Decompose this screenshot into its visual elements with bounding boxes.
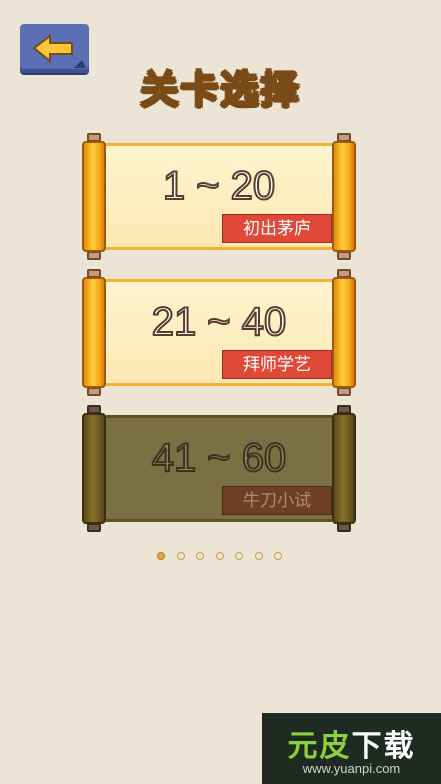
level-range: 41 ~ 60 [151, 435, 288, 481]
page-dot[interactable] [176, 552, 185, 560]
page-dot[interactable] [274, 552, 282, 560]
scroll-roller-left [82, 277, 106, 388]
page-title: 关卡选择 [139, 66, 301, 112]
scroll-paper: 41 ~ 60 牛刀小试 [106, 415, 332, 522]
level-name-tag: 拜师学艺 [222, 350, 332, 379]
level-scroll-1[interactable]: 1 ~ 20 初出茅庐 [82, 133, 356, 260]
scroll-knob [87, 251, 101, 260]
scroll-knob [87, 523, 101, 532]
scroll-roller-left [82, 413, 106, 524]
watermark: 元皮下载 www.yuanpi.com [262, 713, 441, 784]
page-dot[interactable] [254, 552, 263, 560]
scroll-roller-right [332, 277, 356, 388]
scroll-knob [337, 387, 351, 396]
level-name-tag: 牛刀小试 [222, 486, 332, 515]
scroll-paper: 21 ~ 40 拜师学艺 [106, 279, 332, 386]
scroll-roller-right [332, 413, 356, 524]
scroll-roller-right [332, 141, 356, 252]
scroll-knob [337, 523, 351, 532]
scroll-roller-left [82, 141, 106, 252]
scroll-paper: 1 ~ 20 初出茅庐 [106, 143, 332, 250]
page-dot[interactable] [215, 552, 224, 560]
level-scroll-3[interactable]: 41 ~ 60 牛刀小试 [82, 405, 356, 532]
scroll-knob [87, 387, 101, 396]
watermark-brand: 元皮下载 [287, 729, 416, 764]
scroll-knob [337, 251, 351, 260]
level-range: 21 ~ 40 [151, 299, 288, 345]
level-name-tag: 初出茅庐 [222, 214, 332, 243]
level-range: 1 ~ 20 [162, 163, 276, 209]
page-dot[interactable] [157, 552, 165, 560]
page-dot[interactable] [235, 552, 243, 560]
level-scroll-2[interactable]: 21 ~ 40 拜师学艺 [82, 269, 356, 396]
page-dot[interactable] [196, 552, 204, 560]
watermark-url: www.yuanpi.com [302, 761, 401, 776]
